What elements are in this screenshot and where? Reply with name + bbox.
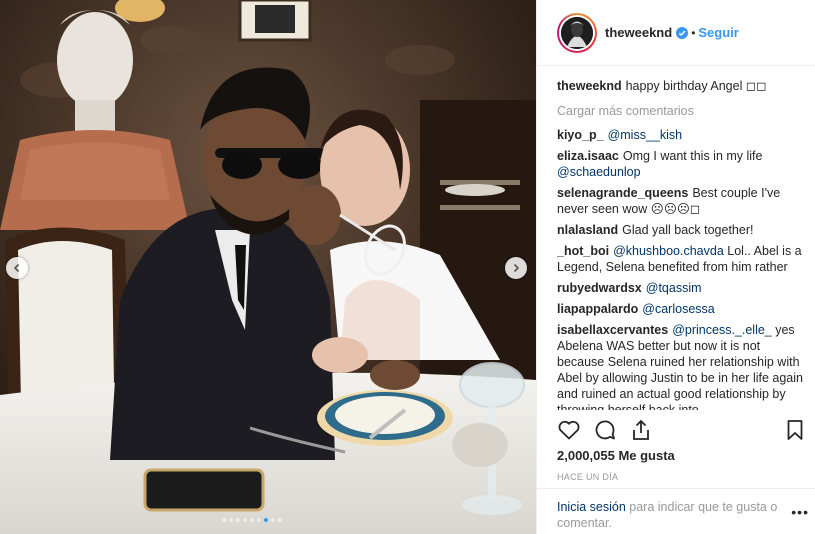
- comment-text: Glad yall back together!: [622, 223, 754, 237]
- comment-mention[interactable]: @carlosessa: [642, 302, 714, 316]
- carousel-dot: [243, 518, 247, 522]
- carousel-dot: [222, 518, 226, 522]
- comment-item: nlalasland Glad yall back together!: [557, 222, 807, 238]
- carousel-dot: [264, 518, 268, 522]
- comment-mention[interactable]: @princess._.elle_: [672, 323, 772, 337]
- comment-mention[interactable]: @schaedunlop: [557, 165, 641, 179]
- comment-item: _hot_boi @khushboo.chavda Lol.. Abel is a…: [557, 243, 807, 275]
- comment-mention[interactable]: @miss__kish: [608, 128, 683, 142]
- next-photo-button[interactable]: [505, 257, 527, 279]
- prev-photo-button[interactable]: [6, 257, 28, 279]
- comment-text: Omg I want this in my life: [622, 149, 763, 163]
- comment-mention[interactable]: @khushboo.chavda: [613, 244, 724, 258]
- more-options-button[interactable]: •••: [791, 504, 809, 520]
- bookmark-icon[interactable]: [783, 418, 807, 442]
- post-photo[interactable]: [0, 0, 536, 534]
- chevron-right-icon: [513, 263, 520, 273]
- verified-badge-icon: [676, 26, 689, 39]
- comment-item: selenagrande_queens Best couple I've neve…: [557, 185, 807, 217]
- comment-username[interactable]: liapappalardo: [557, 302, 638, 316]
- comment-item: liapappalardo @carlosessa: [557, 301, 807, 317]
- caption: theweeknd happy birthday Angel ◻◻: [557, 78, 807, 94]
- post-sidebar: theweeknd • Seguir theweeknd happy birthd…: [536, 0, 815, 534]
- login-link[interactable]: Inicia sesión: [557, 500, 626, 514]
- comment-mention[interactable]: @tqassim: [646, 281, 702, 295]
- comment-username[interactable]: _hot_boi: [557, 244, 609, 258]
- comment-item: eliza.isaac Omg I want this in my life @s…: [557, 148, 807, 180]
- caption-username[interactable]: theweeknd: [557, 79, 622, 93]
- carousel-indicator: [222, 518, 282, 522]
- comment-item: kiyo_p_ @miss__kish: [557, 127, 807, 143]
- carousel-dot: [278, 518, 282, 522]
- avatar[interactable]: [557, 12, 597, 53]
- caption-text: happy birthday Angel ◻◻: [625, 79, 767, 93]
- comment-item: isabellaxcervantes @princess._.elle_ yes …: [557, 322, 807, 410]
- follow-button[interactable]: Seguir: [698, 25, 738, 40]
- chevron-left-icon: [13, 263, 20, 273]
- comment-username[interactable]: rubyedwardsx: [557, 281, 642, 295]
- carousel-dot: [250, 518, 254, 522]
- carousel-dot: [236, 518, 240, 522]
- comment-username[interactable]: kiyo_p_: [557, 128, 604, 142]
- header-separator: •: [691, 25, 696, 40]
- login-prompt: Inicia sesión para indicar que te gusta …: [537, 488, 815, 534]
- share-icon[interactable]: [629, 418, 653, 442]
- comments-list[interactable]: theweeknd happy birthday Angel ◻◻ Cargar …: [557, 78, 807, 410]
- comment-username[interactable]: selenagrande_queens: [557, 186, 688, 200]
- comment-icon[interactable]: [593, 418, 617, 442]
- carousel-dot: [271, 518, 275, 522]
- comment-username[interactable]: nlalasland: [557, 223, 618, 237]
- post-username[interactable]: theweeknd: [605, 25, 672, 40]
- comment-username[interactable]: eliza.isaac: [557, 149, 619, 163]
- photo-image: [0, 0, 536, 534]
- avatar-image: [561, 16, 593, 49]
- comment-username[interactable]: isabellaxcervantes: [557, 323, 668, 337]
- heart-icon[interactable]: [557, 418, 581, 442]
- action-bar: [557, 416, 807, 444]
- comment-item: rubyedwardsx @tqassim: [557, 280, 807, 296]
- post-timestamp[interactable]: HACE UN DÍA: [557, 472, 618, 482]
- load-more-comments-button[interactable]: Cargar más comentarios: [557, 104, 807, 118]
- carousel-dot: [229, 518, 233, 522]
- post-header: theweeknd • Seguir: [537, 0, 815, 66]
- carousel-dot: [257, 518, 261, 522]
- like-count[interactable]: 2,000,055 Me gusta: [557, 448, 675, 463]
